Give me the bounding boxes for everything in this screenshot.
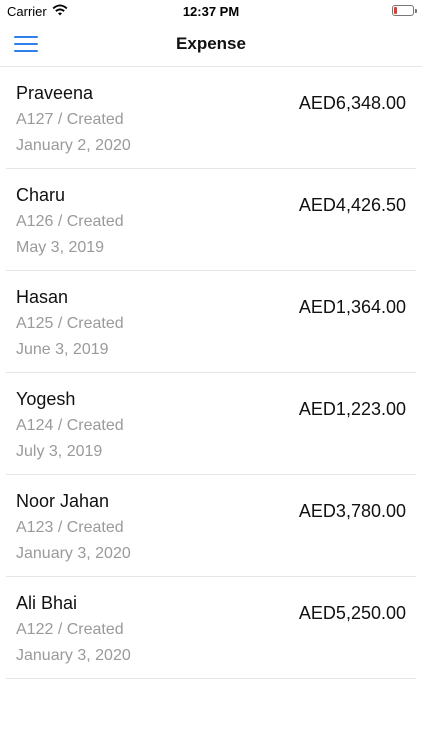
expense-code-status: A125 / Created [16, 315, 124, 332]
page-title: Expense [176, 34, 246, 53]
expense-name: Yogesh [16, 389, 76, 409]
status-bar: Carrier 12:37 PM [0, 0, 422, 22]
expense-row[interactable]: Noor Jahan A123 / Created January 3, 202… [0, 475, 422, 577]
expense-code-status: A122 / Created [16, 621, 124, 638]
expense-list: Praveena A127 / Created January 2, 2020 … [0, 67, 422, 679]
expense-code-status: A123 / Created [16, 519, 124, 536]
expense-row[interactable]: Praveena A127 / Created January 2, 2020 … [0, 67, 422, 169]
expense-name: Charu [16, 185, 66, 205]
expense-date: January 3, 2020 [16, 647, 131, 664]
expense-row[interactable]: Yogesh A124 / Created July 3, 2019 AED1,… [0, 373, 422, 475]
expense-date: January 3, 2020 [16, 545, 131, 562]
expense-code-status: A127 / Created [16, 111, 124, 128]
expense-date: January 2, 2020 [16, 137, 131, 154]
navigation-bar: Expense [0, 22, 422, 67]
expense-name: Praveena [16, 83, 94, 103]
expense-name: Noor Jahan [16, 491, 110, 511]
expense-date: July 3, 2019 [16, 443, 103, 460]
battery-icon [392, 5, 417, 16]
expense-name: Hasan [16, 287, 69, 307]
expense-row[interactable]: Hasan A125 / Created June 3, 2019 AED1,3… [0, 271, 422, 373]
expense-row[interactable]: Ali Bhai A122 / Created January 3, 2020 … [0, 577, 422, 679]
expense-code-status: A124 / Created [16, 417, 124, 434]
expense-row[interactable]: Charu A126 / Created May 3, 2019 AED4,42… [0, 169, 422, 271]
status-time: 12:37 PM [182, 4, 240, 19]
expense-amount: AED1,223.00 [298, 399, 406, 419]
expense-code-status: A126 / Created [16, 213, 124, 230]
expense-name: Ali Bhai [16, 593, 78, 613]
expense-amount: AED1,364.00 [298, 297, 406, 317]
expense-amount: AED5,250.00 [298, 603, 406, 623]
expense-amount: AED6,348.00 [298, 93, 406, 113]
expense-amount: AED3,780.00 [298, 501, 406, 521]
expense-date: May 3, 2019 [16, 239, 105, 256]
expense-amount: AED4,426.50 [298, 195, 406, 215]
expense-date: June 3, 2019 [16, 341, 109, 358]
